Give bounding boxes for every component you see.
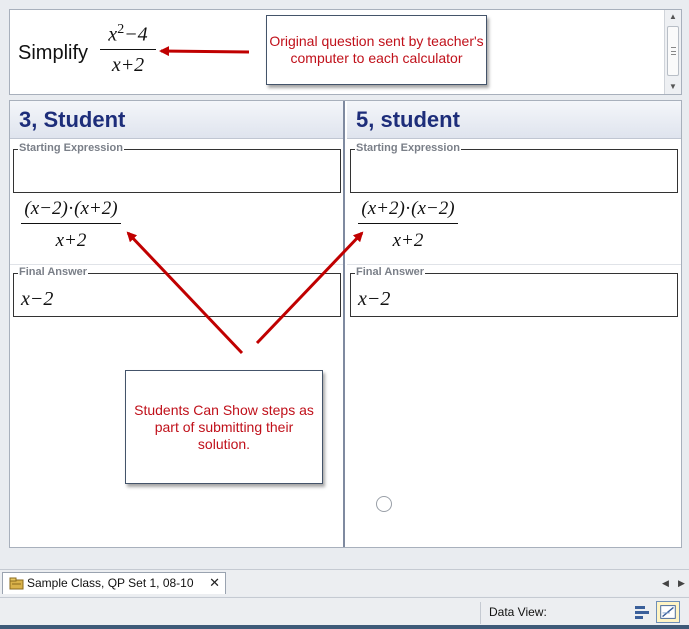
student-header: 5, student (347, 101, 681, 139)
document-tab-bar: Sample Class, QP Set 1, 08-10 ✕ ◀ ▶ (0, 569, 689, 596)
student-header: 3, Student (10, 101, 343, 139)
question-prompt: Simplify (18, 42, 89, 64)
starting-expression-label: Starting Expression (18, 142, 124, 154)
question-scrollbar[interactable]: ▲ ▼ (664, 10, 681, 94)
final-answer-label: Final Answer (355, 266, 426, 278)
document-tab-label: Sample Class, QP Set 1, 08-10 (27, 576, 194, 590)
data-view-label: Data View: (489, 605, 547, 619)
student-name: 5, student (356, 107, 460, 132)
step-numerator: (x+2)·(x−2) (358, 198, 458, 224)
step-denominator: x+2 (55, 230, 87, 251)
student-name: 3, Student (19, 107, 126, 132)
student-responses: 3, Student Starting Expression (x−2)·(x+… (9, 100, 682, 548)
question-numerator: x2−4 (100, 22, 156, 50)
document-tab[interactable]: Sample Class, QP Set 1, 08-10 ✕ (2, 572, 226, 594)
status-bar: Data View: (0, 597, 689, 629)
question-denominator: x+2 (111, 53, 145, 76)
callout-show-steps: Students Can Show steps as part of submi… (125, 370, 323, 484)
step-expression: (x−2)·(x+2) x+2 (21, 198, 121, 252)
final-answer-label: Final Answer (18, 266, 89, 278)
step-denominator: x+2 (392, 230, 424, 251)
scroll-up-icon[interactable]: ▲ (665, 10, 681, 24)
tab-next-icon[interactable]: ▶ (678, 578, 685, 589)
callout-original-question: Original question sent by teacher's comp… (266, 15, 487, 85)
final-answer-box: Final Answer x−2 (13, 266, 341, 317)
final-answer-value: x−2 (358, 288, 391, 310)
list-view-icon[interactable] (632, 603, 652, 621)
scroll-thumb[interactable] (667, 26, 679, 76)
step-numerator: (x−2)·(x+2) (21, 198, 121, 224)
student-column: 5, student Starting Expression (x+2)·(x−… (347, 101, 681, 547)
radio-button[interactable] (376, 496, 392, 512)
scroll-down-icon[interactable]: ▼ (665, 80, 681, 94)
tab-prev-icon[interactable]: ◀ (662, 578, 669, 589)
final-answer-box: Final Answer x−2 (350, 266, 678, 317)
close-icon[interactable]: ✕ (209, 575, 220, 591)
starting-expression-box: Starting Expression (350, 142, 678, 193)
question-expression: x2−4 x+2 (100, 22, 156, 77)
chart-view-icon[interactable] (656, 601, 680, 623)
starting-expression-box: Starting Expression (13, 142, 341, 193)
starting-expression-label: Starting Expression (355, 142, 461, 154)
step-expression: (x+2)·(x−2) x+2 (358, 198, 458, 252)
class-folder-icon (9, 577, 24, 590)
final-answer-value: x−2 (21, 288, 54, 310)
